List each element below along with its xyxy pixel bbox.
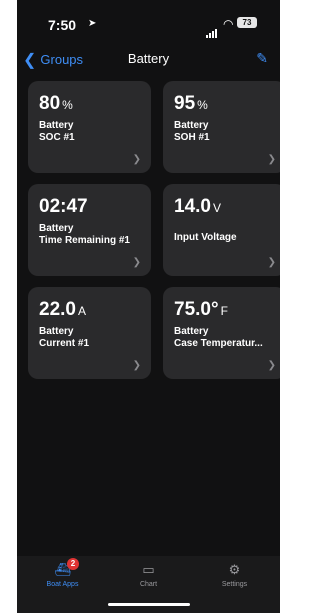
card-case-temperature[interactable]: 75.0° F Battery Case Temperatur... ❯ [163, 287, 280, 379]
card-value: 22.0 A [39, 299, 86, 320]
phone-screen: 7:50 ➤ ◠ 73 ❮ Groups Battery ✎ 80% Batter… [17, 0, 280, 613]
chevron-right-icon: ❯ [132, 360, 141, 371]
tab-label: Settings [221, 581, 248, 588]
tab-settings[interactable]: ⚙ Settings [191, 562, 278, 588]
chevron-right-icon: ❯ [132, 154, 141, 165]
gear-icon: ⚙ [228, 562, 241, 577]
edit-pencil-icon[interactable]: ✎ [256, 50, 268, 67]
notification-badge: 2 [67, 558, 79, 570]
location-arrow-icon: ➤ [88, 18, 97, 29]
card-unit: % [197, 98, 208, 112]
boat-icon: ⛴ 2 [19, 558, 106, 578]
chevron-right-icon: ❯ [132, 257, 141, 268]
status-bar: 7:50 ➤ ◠ 73 [17, 0, 280, 42]
card-value: 80% [39, 93, 73, 114]
page-title: Battery [127, 51, 170, 66]
chevron-right-icon: ❯ [267, 257, 276, 268]
chevron-right-icon: ❯ [267, 154, 276, 165]
card-input-voltage[interactable]: 14.0 V Input Voltage ❯ [163, 184, 280, 276]
chevron-right-icon: ❯ [267, 360, 276, 371]
card-label: Battery SOC #1 [39, 120, 75, 143]
navigation-bar: ❮ Groups Battery ✎ [17, 44, 280, 72]
battery-icon: 73 [237, 17, 257, 28]
card-label: Battery Case Temperatur... [174, 326, 263, 349]
tab-chart[interactable]: ▭ Chart [105, 562, 192, 588]
card-unit: F [220, 304, 228, 318]
card-battery-soc[interactable]: 80% Battery SOC #1 ❯ [28, 81, 151, 173]
card-value: 02:47 [39, 196, 88, 217]
card-battery-current[interactable]: 22.0 A Battery Current #1 ❯ [28, 287, 151, 379]
chart-map-icon: ▭ [142, 562, 155, 577]
tab-boat-apps[interactable]: ⛴ 2 Boat Apps [19, 558, 106, 588]
card-unit: % [62, 98, 73, 112]
card-label: Battery SOH #1 [174, 120, 210, 143]
status-time: 7:50 [48, 17, 77, 33]
home-indicator[interactable] [108, 603, 190, 606]
tab-label: Boat Apps [46, 581, 79, 588]
card-label: Battery Time Remaining #1 [39, 223, 130, 246]
wifi-icon: ◠ [223, 17, 234, 31]
card-value: 14.0 V [174, 196, 221, 217]
card-label: Input Voltage [174, 232, 237, 243]
tab-label: Chart [139, 581, 158, 588]
card-time-remaining[interactable]: 02:47 Battery Time Remaining #1 ❯ [28, 184, 151, 276]
card-value: 75.0° F [174, 299, 228, 320]
card-value: 95% [174, 93, 208, 114]
card-battery-soh[interactable]: 95% Battery SOH #1 ❯ [163, 81, 280, 173]
cellular-signal-icon [206, 20, 218, 38]
card-label: Battery Current #1 [39, 326, 90, 349]
card-unit: V [212, 201, 221, 215]
card-unit: A [77, 304, 86, 318]
